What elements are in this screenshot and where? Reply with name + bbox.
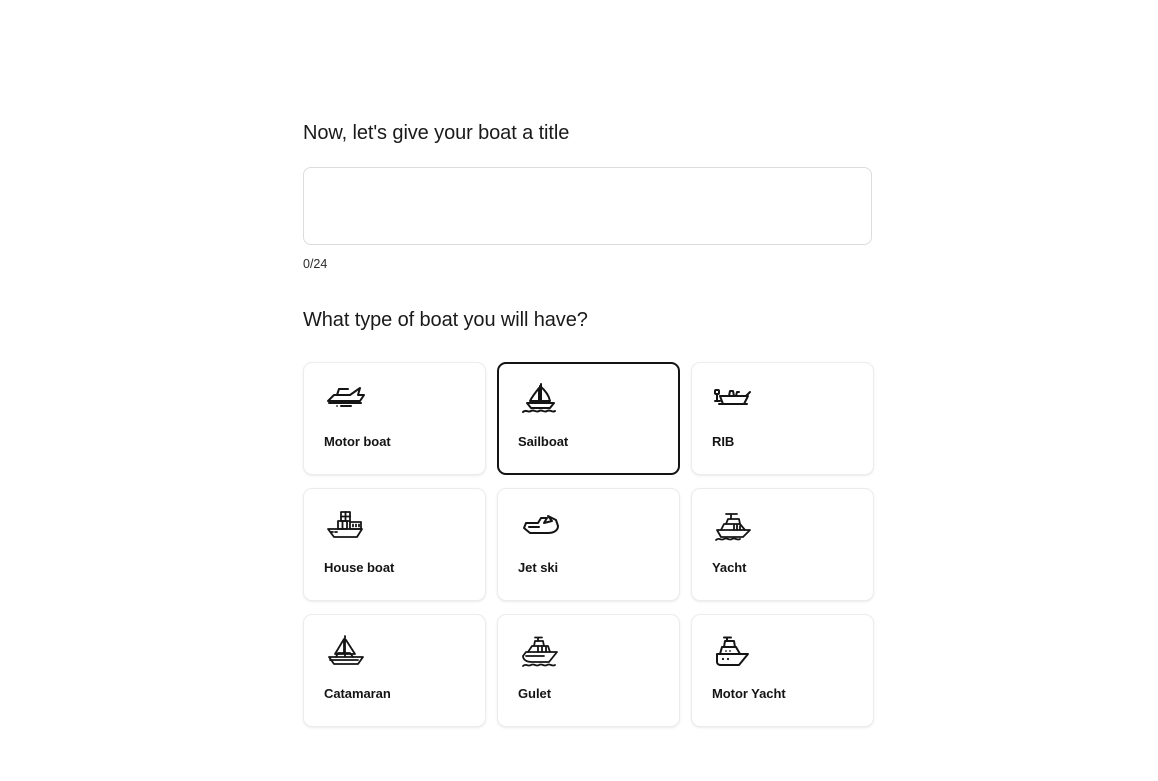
boat-type-option-house-boat[interactable]: House boat — [303, 488, 486, 601]
boat-type-option-motor-boat[interactable]: Motor boat — [303, 362, 486, 475]
boat-title-input[interactable] — [303, 167, 872, 245]
boat-type-option-gulet[interactable]: Gulet — [497, 614, 680, 727]
page-title: Now, let's give your boat a title — [303, 122, 570, 144]
form-column: Now, let's give your boat a title 0/24 W… — [303, 0, 874, 727]
jet-ski-icon — [518, 506, 562, 546]
boat-type-label: Sailboat — [518, 434, 569, 449]
boat-type-label: Motor boat — [324, 434, 391, 449]
boat-type-label: House boat — [324, 560, 395, 575]
rib-icon — [712, 380, 756, 420]
boat-type-option-yacht[interactable]: Yacht — [691, 488, 874, 601]
house-boat-icon — [324, 506, 368, 546]
boat-type-option-motor-yacht[interactable]: Motor Yacht — [691, 614, 874, 727]
boat-type-label: RIB — [712, 434, 735, 449]
boat-type-label: Jet ski — [518, 560, 559, 575]
character-counter: 0/24 — [303, 257, 328, 271]
sailboat-icon — [518, 380, 562, 420]
boat-type-label: Gulet — [518, 686, 551, 701]
boat-type-label: Catamaran — [324, 686, 391, 701]
motor-yacht-icon — [712, 632, 756, 672]
boat-type-label: Motor Yacht — [712, 686, 786, 701]
boat-type-option-sailboat[interactable]: Sailboat — [497, 362, 680, 475]
boat-type-grid: Motor boat Sailboat RIB House boat Jet s… — [303, 362, 874, 727]
boat-type-label: Yacht — [712, 560, 747, 575]
boat-type-question: What type of boat you will have? — [303, 309, 588, 331]
gulet-icon — [518, 632, 562, 672]
boat-listing-form-page: Now, let's give your boat a title 0/24 W… — [0, 0, 1158, 781]
boat-type-option-catamaran[interactable]: Catamaran — [303, 614, 486, 727]
motor-boat-icon — [324, 380, 368, 420]
boat-type-option-jet-ski[interactable]: Jet ski — [497, 488, 680, 601]
boat-type-option-rib[interactable]: RIB — [691, 362, 874, 475]
catamaran-icon — [324, 632, 368, 672]
yacht-icon — [712, 506, 756, 546]
